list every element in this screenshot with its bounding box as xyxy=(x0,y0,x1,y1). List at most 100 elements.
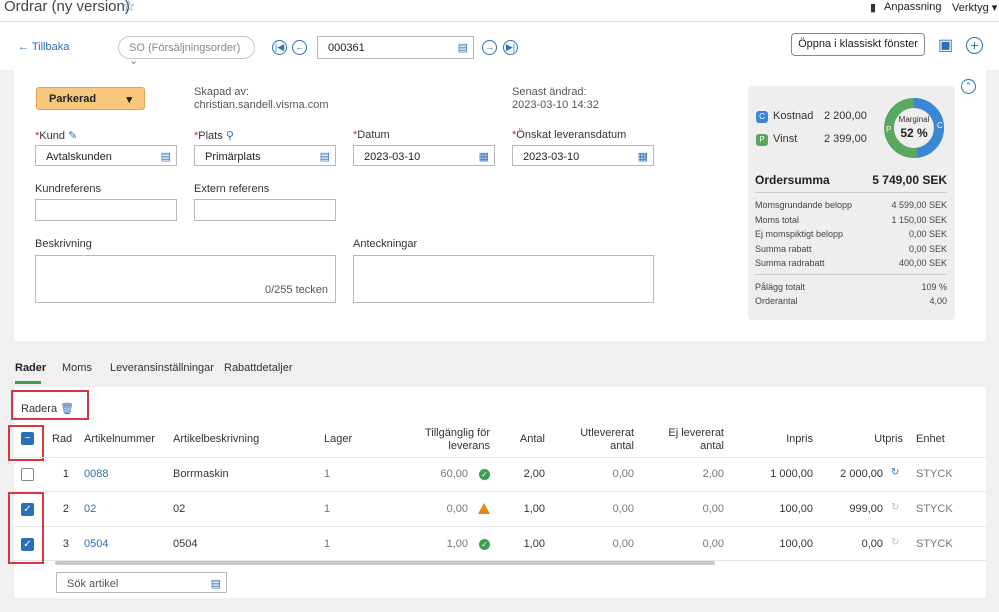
quantity: 2,00 xyxy=(523,468,545,480)
row-checkbox[interactable] xyxy=(21,468,34,481)
row-checkbox[interactable]: ✓ xyxy=(21,538,34,551)
date-label: *Datum xyxy=(353,129,390,141)
available-qty: 1,00 xyxy=(446,538,468,550)
col-enhet: Enhet xyxy=(916,433,945,445)
customer-ref-input[interactable] xyxy=(35,199,177,221)
cost-price: 1 000,00 xyxy=(770,468,813,480)
add-icon[interactable]: + xyxy=(966,37,983,54)
calendar-icon[interactable]: ▦ xyxy=(638,150,648,163)
edit-pencil-icon[interactable]: ✎ xyxy=(68,130,77,142)
donut-c-marker: C xyxy=(937,121,943,130)
order-number-value: 000361 xyxy=(328,42,365,54)
chevron-down-icon: ▾ xyxy=(126,94,132,106)
row-divider xyxy=(14,457,986,458)
tools-label: Verktyg xyxy=(952,2,989,14)
external-ref-input[interactable] xyxy=(194,199,336,221)
unit: STYCK xyxy=(916,503,953,515)
tab-rabattdetaljer[interactable]: Rabattdetaljer xyxy=(224,362,293,374)
article-description: Borrmaskin xyxy=(173,468,229,480)
open-classic-window-button[interactable]: Öppna i klassiskt fönster xyxy=(791,33,925,56)
article-number-link[interactable]: 0088 xyxy=(84,468,108,480)
price-history-icon[interactable]: ↻ xyxy=(891,502,899,513)
summary-row-value: 109 % xyxy=(921,282,947,292)
undelivered-qty: 0,00 xyxy=(702,503,724,515)
next-record-icon[interactable]: → xyxy=(482,40,497,55)
row-number: 1 xyxy=(62,468,69,480)
row-checkbox[interactable]: ✓ xyxy=(21,503,34,516)
summary-row-value: 4,00 xyxy=(929,296,947,306)
tab-moms[interactable]: Moms xyxy=(62,362,92,374)
site-label: *Plats ⚲ xyxy=(194,130,234,142)
customer-ref-label: Kundreferens xyxy=(35,183,102,195)
col-rad: Rad xyxy=(52,433,73,445)
summary-row-value: 4 599,00 SEK xyxy=(891,200,947,210)
horizontal-scrollbar[interactable] xyxy=(55,561,715,565)
col-artikelbeskrivning: Artikelbeskrivning xyxy=(173,433,260,445)
last-record-icon[interactable]: ▶| xyxy=(503,40,518,55)
summary-row-label: Summa rabatt xyxy=(755,243,812,254)
previous-record-icon[interactable]: ← xyxy=(292,40,307,55)
lookup-icon[interactable]: ▤ xyxy=(320,150,330,163)
tab-leveransinstallningar[interactable]: Leveransinställningar xyxy=(110,362,214,374)
margin-value: 52 % xyxy=(900,126,928,140)
summary-row-label: Momsgrundande belopp xyxy=(755,200,853,210)
order-type-value: SO (Försäljningsorder) xyxy=(129,42,241,54)
row-divider xyxy=(14,491,986,492)
customer-label: *Kund ✎ xyxy=(35,130,78,142)
location-pin-icon: ⚲ xyxy=(225,130,234,142)
customize-link[interactable]: Anpassning xyxy=(884,1,942,13)
created-by-label: Skapad av: xyxy=(194,86,250,98)
margin-label: Marginal xyxy=(898,115,930,124)
price-history-icon[interactable]: ↻ xyxy=(891,467,899,478)
order-total-value: 5 749,00 SEK xyxy=(872,173,947,187)
lookup-icon[interactable]: ▤ xyxy=(161,150,171,163)
order-number-field[interactable]: 000361 ▤ xyxy=(317,36,474,59)
order-type-select[interactable]: SO (Försäljningsorder) ⌄ xyxy=(118,36,255,67)
quantity: 1,00 xyxy=(523,503,545,515)
tab-rader[interactable]: Rader xyxy=(15,362,46,374)
delete-button[interactable]: Radera 🗑 xyxy=(21,402,74,415)
available-check-icon: ✓ xyxy=(479,539,490,550)
search-article-input[interactable]: Sök artikel ▤ xyxy=(56,572,227,593)
sales-price: 999,00 xyxy=(849,503,883,515)
profit-value: 2 399,00 xyxy=(824,133,867,145)
divider xyxy=(755,192,947,193)
customer-field[interactable]: Avtalskunden ▤ xyxy=(35,145,177,166)
back-link[interactable]: ← Tillbaka xyxy=(18,41,69,53)
summary-row: Orderantal 4,00 xyxy=(755,296,947,306)
warning-icon xyxy=(478,503,490,514)
back-label: Tillbaka xyxy=(31,41,70,53)
delivered-qty: 0,00 xyxy=(612,538,634,550)
summary-row-value: 0,00 SEK xyxy=(908,243,947,254)
summary-row-label: Summa radrabatt xyxy=(755,258,825,268)
col-antal: Antal xyxy=(519,433,545,445)
tools-menu[interactable]: Verktyg ▾ xyxy=(952,1,997,14)
col-inpris: Inpris xyxy=(786,433,813,445)
external-ref-label: Extern referens xyxy=(194,183,270,195)
price-history-icon[interactable]: ↻ xyxy=(891,537,899,548)
lookup-icon[interactable]: ▤ xyxy=(458,41,468,54)
trash-icon: 🗑 xyxy=(60,403,75,415)
calendar-icon[interactable]: ▦ xyxy=(479,150,489,163)
modified-label: Senast ändrad: xyxy=(512,86,587,98)
site-field[interactable]: Primärplats ▤ xyxy=(194,145,336,166)
favorite-star-icon[interactable]: ☆ xyxy=(122,0,135,15)
undelivered-qty: 2,00 xyxy=(702,468,724,480)
article-number-link[interactable]: 0504 xyxy=(84,538,108,550)
delivery-date-field[interactable]: 2023-03-10 ▦ xyxy=(512,145,654,166)
cost-badge-icon: C xyxy=(756,111,768,123)
created-by-value: christian.sandell.visma.com xyxy=(194,99,329,111)
collapse-chevron-up-icon[interactable]: ⌃ xyxy=(961,79,976,94)
cost-price: 100,00 xyxy=(779,503,813,515)
article-number-link[interactable]: 02 xyxy=(84,503,96,515)
status-dropdown[interactable]: Parkerad ▾ xyxy=(36,87,145,110)
select-all-checkbox[interactable]: − xyxy=(21,432,34,445)
customize-icon: ▮ xyxy=(870,2,877,14)
notes-textarea[interactable] xyxy=(353,255,654,303)
summary-row-label: Pålägg totalt xyxy=(755,282,806,292)
first-record-icon[interactable]: |◀ xyxy=(272,40,287,55)
save-icon[interactable]: ▣ xyxy=(938,35,953,55)
sales-price: 0,00 xyxy=(861,538,883,550)
lookup-icon[interactable]: ▤ xyxy=(211,577,221,590)
date-field[interactable]: 2023-03-10 ▦ xyxy=(353,145,495,166)
